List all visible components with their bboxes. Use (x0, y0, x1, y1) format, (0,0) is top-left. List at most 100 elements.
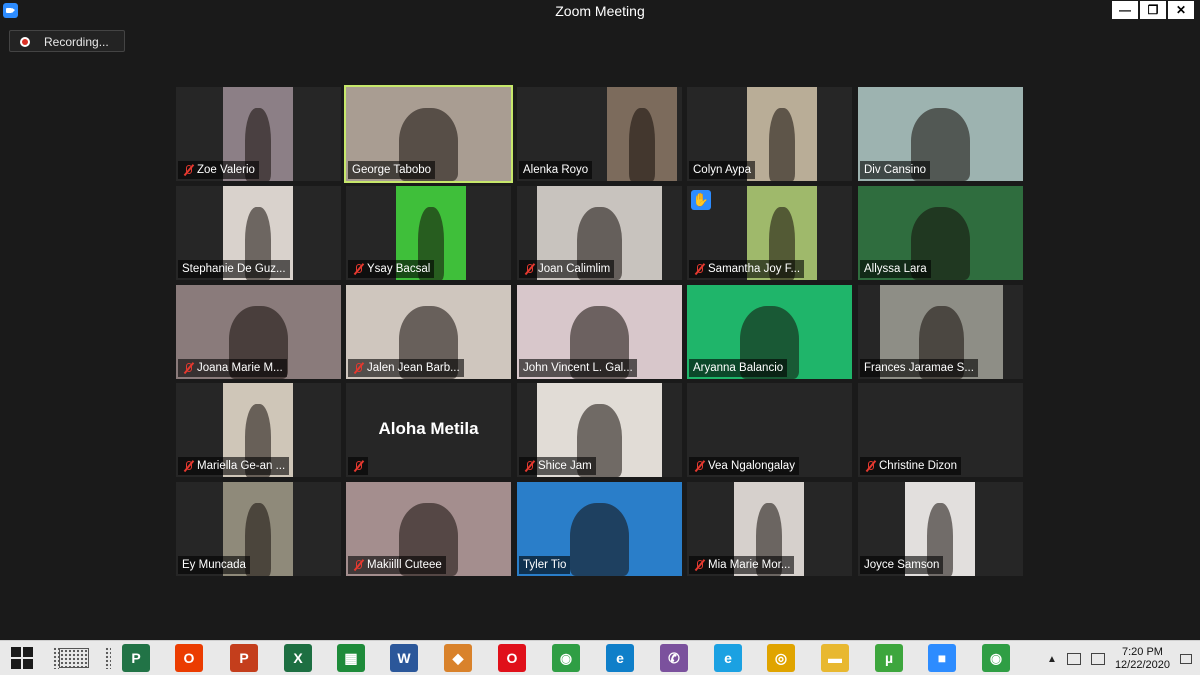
record-icon (20, 37, 30, 47)
participant-tile[interactable]: Joana Marie M... (176, 285, 341, 379)
muted-microphone-icon (352, 460, 364, 472)
participant-tile[interactable]: ✋ Samantha Joy F... (687, 186, 852, 280)
participant-tile[interactable]: Alenka Royo (517, 87, 682, 181)
participant-tile[interactable]: Zoe Valerio (176, 87, 341, 181)
participant-name: Joan Calimlim (538, 263, 611, 275)
show-hidden-icons-icon[interactable]: ▲ (1047, 654, 1057, 665)
muted-microphone-icon (352, 362, 364, 374)
participant-nametag: Samantha Joy F... (689, 260, 805, 278)
participant-name: Samantha Joy F... (708, 263, 801, 275)
participant-tile[interactable]: Allyssa Lara (858, 186, 1023, 280)
participant-nametag: Christine Dizon (860, 457, 961, 475)
chrome-icon[interactable]: ◉ (552, 644, 580, 672)
edge-icon[interactable]: e (606, 644, 634, 672)
chrome-2-icon[interactable]: ◉ (982, 644, 1010, 672)
participant-tile[interactable]: Shice Jam (517, 383, 682, 477)
participant-name: Jalen Jean Barb... (367, 362, 460, 374)
recording-indicator[interactable]: Recording... (9, 30, 125, 52)
participant-tile[interactable]: Vea Ngalongalay (687, 383, 852, 477)
participant-tile[interactable]: Mia Marie Mor... (687, 482, 852, 576)
restore-button[interactable]: ❐ (1140, 1, 1166, 19)
participant-name: Ey Muncada (182, 559, 246, 571)
participant-nametag: Alenka Royo (519, 161, 593, 179)
participant-nametag: Ysay Bacsal (348, 260, 435, 278)
store-icon[interactable]: ▦ (337, 644, 365, 672)
participant-tile[interactable]: Makiilll Cuteee (346, 482, 511, 576)
office-icon[interactable]: O (175, 644, 203, 672)
recording-label: Recording... (44, 35, 109, 49)
excel-icon[interactable]: X (284, 644, 312, 672)
participant-tile[interactable]: Ysay Bacsal (346, 186, 511, 280)
keyboard-icon[interactable] (58, 644, 90, 672)
network-icon[interactable] (1066, 653, 1081, 665)
muted-microphone-icon (182, 460, 194, 472)
vpn-icon[interactable]: ◎ (767, 644, 795, 672)
project-icon[interactable]: P (122, 644, 150, 672)
participant-tile[interactable]: Christine Dizon (858, 383, 1023, 477)
word-icon[interactable]: W (390, 644, 418, 672)
system-tray: ▲ 7:20 PM 12/22/2020 (1047, 646, 1192, 672)
participant-tile[interactable]: Colyn Aypa (687, 87, 852, 181)
windows-taskbar: P O P X ▦ W ◆ O ◉ e ✆ e ◎ ▬ µ ■ ◉ ▲ 7:20 PM 12/22/2020 (0, 640, 1200, 675)
windows-logo-icon (10, 646, 34, 670)
participant-name: Mia Marie Mor... (708, 559, 791, 571)
participant-nametag: Makiilll Cuteee (348, 556, 446, 574)
participant-tile[interactable]: Tyler Tio (517, 482, 682, 576)
muted-microphone-icon (693, 460, 705, 472)
utorrent-icon[interactable]: µ (875, 644, 903, 672)
clock[interactable]: 7:20 PM 12/22/2020 (1115, 646, 1170, 672)
close-button[interactable]: ✕ (1168, 1, 1194, 19)
viber-icon[interactable]: ✆ (660, 644, 688, 672)
participant-tile[interactable]: Stephanie De Guz... (176, 186, 341, 280)
gallery-grid: Zoe Valerio George Tabobo Alenka Royo Colyn… (176, 85, 1024, 576)
minimize-button[interactable]: — (1112, 1, 1138, 19)
participant-nametag: Shice Jam (519, 457, 596, 475)
participant-tile[interactable]: George Tabobo (344, 85, 513, 183)
participant-nametag: Joana Marie M... (178, 359, 287, 377)
participant-tile[interactable]: Aloha Metila (346, 383, 511, 477)
participant-name: Makiilll Cuteee (367, 559, 442, 571)
participant-tile[interactable]: John Vincent L. Gal... (517, 285, 682, 379)
opera-icon[interactable]: O (498, 644, 526, 672)
participant-tile[interactable]: Frances Jaramae S... (858, 285, 1023, 379)
file-explorer-icon[interactable]: ▬ (821, 644, 849, 672)
zoom-icon[interactable]: ■ (928, 644, 956, 672)
participant-nametag: Aryanna Balancio (689, 359, 788, 377)
participant-nametag: Joyce Samson (860, 556, 944, 574)
participant-nametag (348, 457, 368, 475)
participant-tile[interactable]: Ey Muncada (176, 482, 341, 576)
participant-name: Div Cansino (864, 164, 926, 176)
participant-nametag: Zoe Valerio (178, 161, 259, 179)
title-bar: Zoom Meeting — ❐ ✕ (0, 0, 1200, 22)
raised-hand-icon: ✋ (691, 190, 711, 210)
participant-tile[interactable]: Jalen Jean Barb... (346, 285, 511, 379)
participant-nametag: Vea Ngalongalay (689, 457, 799, 475)
muted-microphone-icon (693, 559, 705, 571)
participant-nametag: George Tabobo (348, 161, 436, 179)
participant-nametag: Allyssa Lara (860, 260, 931, 278)
participant-name: Mariella Ge-an ... (197, 460, 286, 472)
participant-nametag: Jalen Jean Barb... (348, 359, 464, 377)
participant-tile[interactable]: Joan Calimlim (517, 186, 682, 280)
battery-icon[interactable] (1090, 653, 1105, 665)
participant-name: Shice Jam (538, 460, 592, 472)
start-button[interactable] (8, 644, 36, 672)
participant-nametag: Div Cansino (860, 161, 930, 179)
participant-nametag: Ey Muncada (178, 556, 250, 574)
window-controls: — ❐ ✕ (1112, 1, 1194, 19)
participant-nametag: Stephanie De Guz... (178, 260, 290, 278)
internet-explorer-icon[interactable]: e (714, 644, 742, 672)
muted-microphone-icon (182, 362, 194, 374)
participant-tile[interactable]: Div Cansino (858, 87, 1023, 181)
participant-tile[interactable]: Joyce Samson (858, 482, 1023, 576)
participant-tile[interactable]: Aryanna Balancio (687, 285, 852, 379)
notifications-icon[interactable] (1180, 654, 1192, 664)
participant-nametag: Mariella Ge-an ... (178, 457, 290, 475)
participant-nametag: Colyn Aypa (689, 161, 755, 179)
fox-app-icon[interactable]: ◆ (444, 644, 472, 672)
powerpoint-icon[interactable]: P (230, 644, 258, 672)
participant-name: Allyssa Lara (864, 263, 927, 275)
participant-tile[interactable]: Mariella Ge-an ... (176, 383, 341, 477)
participant-name: Christine Dizon (879, 460, 957, 472)
drag-handle-icon (94, 644, 122, 672)
